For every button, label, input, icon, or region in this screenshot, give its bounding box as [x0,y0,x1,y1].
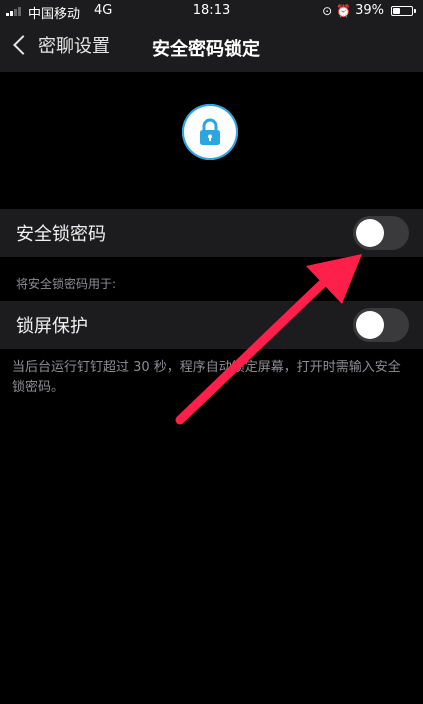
security-lock-toggle[interactable] [353,216,409,250]
screen-lock-description: 当后台运行钉钉超过 30 秒，程序自动锁定屏幕，打开时需输入安全锁密码。 [12,360,401,395]
status-bar: 中国移动 4G 18:13 ⊙ ⏰ 39% [0,0,423,22]
back-label: 密聊设置 [38,36,110,57]
nav-bar: 密聊设置 安全密码锁定 [0,22,423,72]
screen-lock-label: 锁屏保护 [16,316,88,337]
lock-icon [182,104,238,160]
alarm-icon: ⏰ [336,3,352,18]
battery-icon [391,5,416,16]
screen-lock-toggle[interactable] [353,308,409,342]
battery-percent: 39% [355,3,384,18]
toggle-knob [356,311,384,339]
back-button[interactable]: 密聊设置 [12,32,110,58]
security-lock-label: 安全锁密码 [16,224,106,245]
security-lock-row: 安全锁密码 [0,209,423,257]
toggle-knob [356,219,384,247]
rotation-lock-icon: ⊙ [322,3,333,18]
screen-lock-row: 锁屏保护 [0,301,423,349]
used-for-note: 将安全锁密码用于: [16,277,117,291]
status-indicators: ⊙ ⏰ 39% [322,3,416,18]
chevron-left-icon [13,35,33,55]
page-title: 安全密码锁定 [152,39,260,60]
